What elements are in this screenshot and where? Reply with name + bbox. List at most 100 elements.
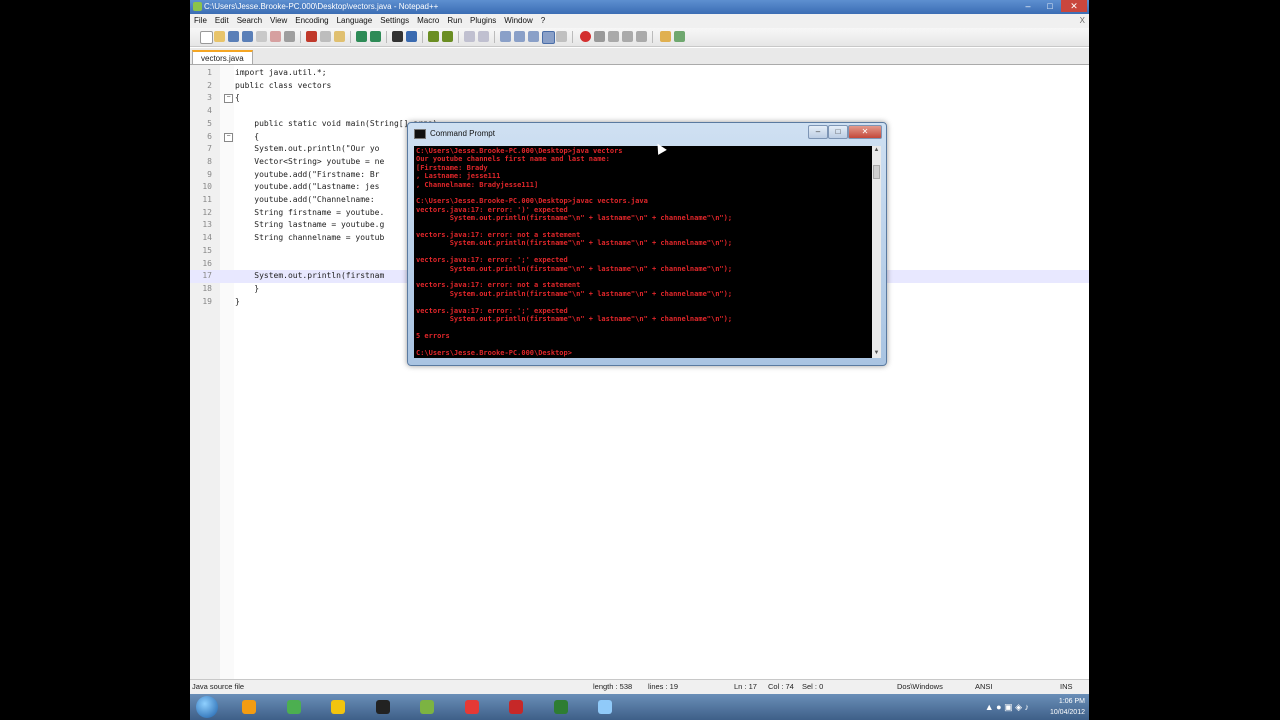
redo-icon[interactable]	[370, 31, 381, 42]
minimize-button[interactable]: –	[1019, 0, 1037, 12]
scroll-up-icon[interactable]: ▲	[872, 146, 881, 155]
record-macro-icon[interactable]	[580, 31, 591, 42]
show-all-chars-icon[interactable]	[514, 31, 525, 42]
clock[interactable]: 1:06 PM 10/04/2012	[1050, 694, 1085, 720]
code-text: Vector<String> youtube = ne	[235, 156, 385, 166]
save-macro-icon[interactable]	[636, 31, 647, 42]
status-eol: Dos\Windows	[897, 682, 943, 691]
code-line[interactable]: 1 import java.util.*;	[190, 67, 1089, 80]
taskbar-ccleaner-button[interactable]	[457, 697, 487, 717]
sync-v-icon[interactable]	[464, 31, 475, 42]
menu-macro[interactable]: Macro	[413, 14, 443, 28]
cmd-maximize-button[interactable]: □	[828, 125, 848, 139]
menu-plugins[interactable]: Plugins	[466, 14, 500, 28]
line-number: 7	[207, 144, 212, 154]
taskbar-monitor-button[interactable]	[546, 697, 576, 717]
code-line[interactable]: 2 public class vectors	[190, 80, 1089, 93]
cmd-close-button[interactable]: ✕	[848, 125, 882, 139]
tab-vectors-java[interactable]: vectors.java	[192, 50, 253, 64]
close-button[interactable]: ✕	[1061, 0, 1087, 12]
menu-edit[interactable]: Edit	[211, 14, 233, 28]
maximize-button[interactable]: □	[1041, 0, 1059, 12]
fold-toggle-icon[interactable]: −	[224, 94, 233, 104]
taskbar-cmd-button[interactable]	[368, 697, 398, 717]
code-line[interactable]: 3{	[190, 92, 1089, 105]
taskbar-malwarebytes-button[interactable]	[501, 697, 531, 717]
menu-file[interactable]: File	[190, 14, 211, 28]
console-line: C:\Users\Jesse.Brooke-PC.000\Desktop>	[416, 348, 572, 357]
stop-macro-icon[interactable]	[594, 31, 605, 42]
cut-icon[interactable]	[306, 31, 317, 42]
menu-settings[interactable]: Settings	[376, 14, 413, 28]
console-line: System.out.println(firstname"\n" + lastn…	[416, 239, 733, 248]
menu-window[interactable]: Window	[500, 14, 536, 28]
menu-search[interactable]: Search	[233, 14, 266, 28]
taskbar-notepad-button[interactable]	[590, 697, 620, 717]
ccleaner-icon	[464, 700, 479, 714]
scroll-down-icon[interactable]: ▼	[872, 349, 881, 358]
line-number: 18	[202, 283, 212, 293]
new-file-icon[interactable]	[200, 31, 213, 44]
indent-guide-icon[interactable]	[528, 31, 539, 42]
cmd-vertical-scrollbar[interactable]: ▲ ▼	[872, 146, 881, 358]
plugin-icon[interactable]	[660, 31, 671, 42]
code-text: }	[235, 283, 260, 293]
taskbar-chrome-button[interactable]	[279, 697, 309, 717]
taskbar-media-player-button[interactable]	[234, 697, 264, 717]
close-all-icon[interactable]	[270, 31, 281, 42]
sync-h-icon[interactable]	[478, 31, 489, 42]
code-text: youtube.add("Channelname:	[235, 195, 380, 204]
play-macro-icon[interactable]	[608, 31, 619, 42]
toolbar-separator	[652, 31, 653, 43]
zoom-in-icon[interactable]	[428, 31, 439, 42]
taskbar-notepadpp-button[interactable]	[412, 697, 442, 717]
paste-icon[interactable]	[334, 31, 345, 42]
cmd-title: Command Prompt	[430, 129, 495, 138]
menu-view[interactable]: View	[266, 14, 291, 28]
line-number: 8	[207, 156, 212, 166]
save-all-icon[interactable]	[242, 31, 253, 42]
spellcheck-icon[interactable]	[674, 31, 685, 42]
taskbar-folder-button[interactable]	[323, 697, 353, 717]
menu-help[interactable]: ?	[537, 14, 549, 28]
close-doc-icon[interactable]	[256, 31, 267, 42]
line-number: 9	[207, 169, 212, 179]
scroll-thumb[interactable]	[873, 165, 880, 179]
open-file-icon[interactable]	[214, 31, 225, 42]
window-title: C:\Users\Jesse.Brooke-PC.000\Desktop\vec…	[204, 2, 439, 11]
word-wrap-icon[interactable]	[500, 31, 511, 42]
replace-icon[interactable]	[406, 31, 417, 42]
console-line: , Lastname: jesse111	[416, 172, 501, 181]
zoom-out-icon[interactable]	[442, 31, 453, 42]
code-text: String firstname = youtube.	[235, 207, 385, 217]
undo-icon[interactable]	[356, 31, 367, 42]
start-button[interactable]	[196, 696, 218, 718]
find-icon[interactable]	[392, 31, 403, 42]
console-line: vectors.java:17: error: ';' expected	[416, 306, 568, 315]
menu-language[interactable]: Language	[333, 14, 377, 28]
document-close-button[interactable]: X	[1080, 14, 1085, 28]
line-number: 15	[202, 245, 212, 255]
print-icon[interactable]	[284, 31, 295, 42]
copy-icon[interactable]	[320, 31, 331, 42]
fold-toggle-icon[interactable]: −	[224, 132, 233, 142]
menu-encoding[interactable]: Encoding	[291, 14, 332, 28]
code-line[interactable]: 4	[190, 105, 1089, 118]
code-text: {	[235, 131, 260, 141]
console-line: [Firstname: Brady	[416, 163, 488, 172]
command-prompt-window[interactable]: Command Prompt – □ ✕ C:\Users\Jesse.Broo…	[407, 122, 887, 366]
notepad-icon	[598, 700, 612, 714]
save-icon[interactable]	[228, 31, 239, 42]
user-lang-icon[interactable]	[542, 31, 555, 44]
play-multiple-icon[interactable]	[622, 31, 633, 42]
console-output[interactable]: C:\Users\Jesse.Brooke-PC.000\Desktop>jav…	[414, 146, 872, 358]
doc-map-icon[interactable]	[556, 31, 567, 42]
console-line: System.out.println(firstname"\n" + lastn…	[416, 214, 733, 223]
media-player-icon	[242, 700, 256, 714]
console-line: vectors.java:17: error: ';' expected	[416, 256, 568, 265]
line-number: 14	[202, 233, 212, 243]
cmd-minimize-button[interactable]: –	[808, 125, 828, 139]
menu-run[interactable]: Run	[443, 14, 466, 28]
console-line: vectors.java:17: error: not a statement	[416, 231, 581, 239]
console-line: vectors.java:17: error: ')' expected	[416, 205, 568, 214]
